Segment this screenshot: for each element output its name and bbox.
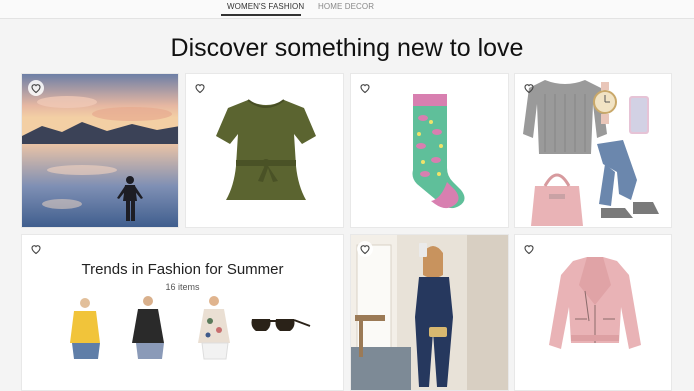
- card-lake-sunset-photo[interactable]: [21, 73, 179, 228]
- sunglasses-thumbnail: [251, 319, 311, 331]
- jacket-image: [549, 257, 641, 349]
- heart-icon[interactable]: [521, 80, 537, 96]
- heart-icon[interactable]: [28, 80, 44, 96]
- card-novelty-socks[interactable]: [350, 73, 509, 228]
- card-olive-peplum-top[interactable]: [185, 73, 344, 228]
- yellow-top-thumbnail: [70, 298, 100, 359]
- jumpsuit-image: [351, 235, 508, 390]
- card-navy-jumpsuit-photo[interactable]: [350, 234, 509, 391]
- heart-icon[interactable]: [357, 80, 373, 96]
- card-pink-moto-jacket[interactable]: [514, 234, 672, 391]
- heart-icon[interactable]: [357, 241, 373, 257]
- card-trends-collection[interactable]: Trends in Fashion for Summer 16 items: [21, 234, 344, 391]
- lake-sunset-image: [22, 74, 178, 227]
- heart-icon[interactable]: [521, 241, 537, 257]
- nav-womens-fashion[interactable]: WOMEN'S FASHION: [227, 2, 304, 11]
- floral-top-thumbnail: [198, 296, 230, 360]
- socks-image: [412, 94, 465, 209]
- card-gray-sweater-outfit[interactable]: [514, 73, 672, 228]
- active-tab-underline: [221, 14, 301, 16]
- black-top-thumbnail: [132, 296, 164, 359]
- heart-icon[interactable]: [192, 80, 208, 96]
- heart-icon[interactable]: [28, 241, 44, 257]
- page-headline: Discover something new to love: [170, 34, 524, 62]
- nav-home-decor[interactable]: HOME DECOR: [318, 2, 374, 11]
- trend-items-thumbnails: [70, 296, 311, 360]
- outfit-image: [523, 80, 659, 226]
- top-navigation: WOMEN'S FASHION HOME DECOR: [0, 0, 694, 19]
- olive-top-image: [216, 99, 316, 200]
